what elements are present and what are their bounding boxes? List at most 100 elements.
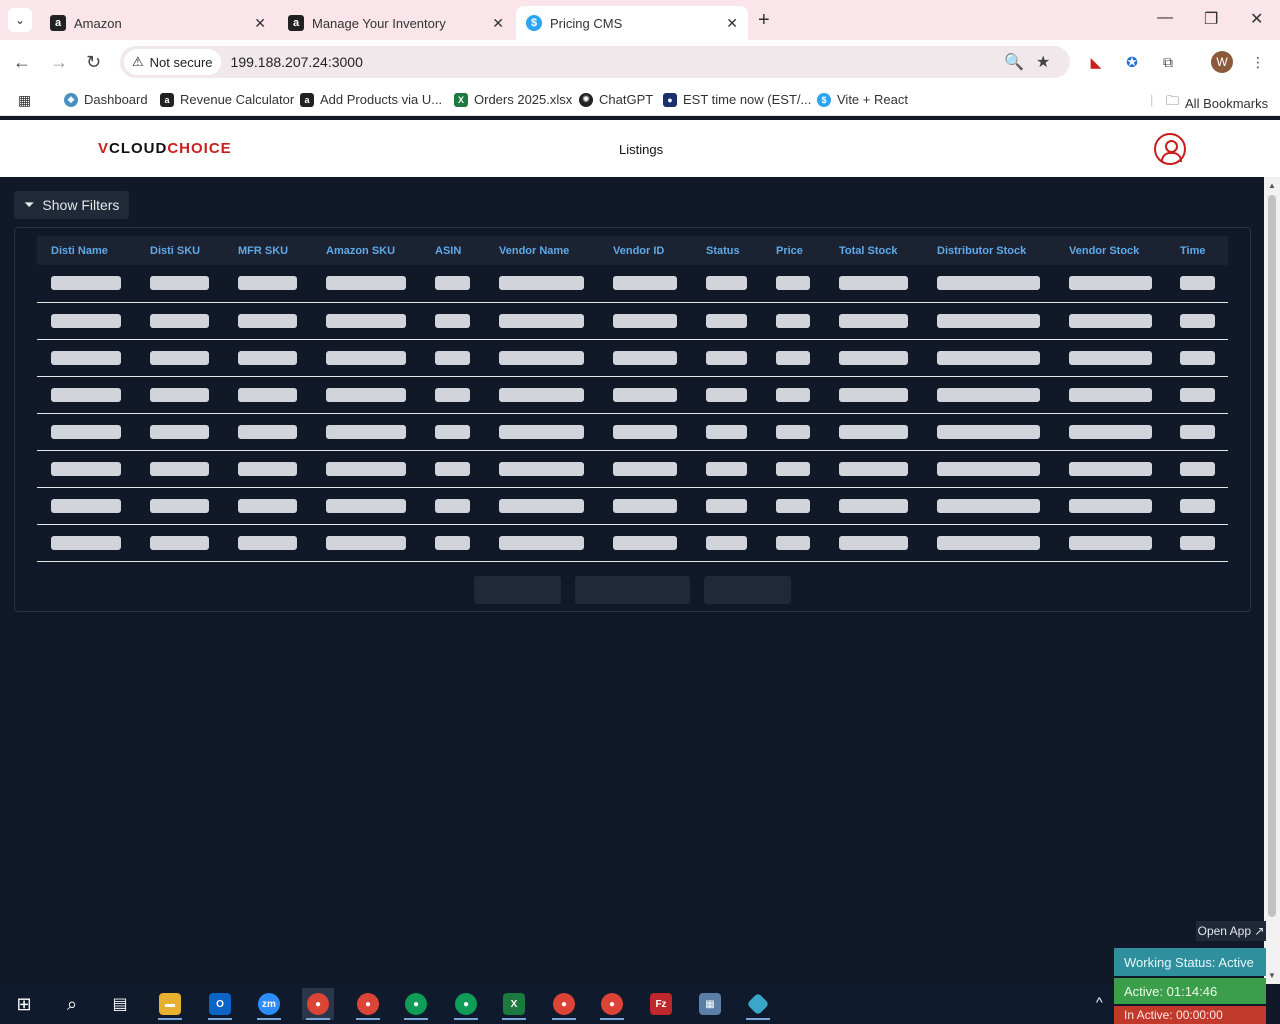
new-tab-button[interactable]: +	[758, 9, 770, 32]
tab-search-button[interactable]: ⌄	[8, 8, 32, 32]
skeleton-placeholder	[499, 424, 584, 439]
extension-icon[interactable]: ✪	[1122, 52, 1142, 72]
table-cell	[224, 265, 312, 303]
chrome-icon[interactable]: ●	[302, 988, 334, 1020]
skeleton-placeholder	[839, 498, 908, 513]
url-text[interactable]: 199.188.207.24:3000	[231, 54, 363, 70]
pagination-prev-placeholder[interactable]	[474, 576, 561, 604]
skeleton-placeholder	[326, 535, 406, 550]
bookmark-revenue-calculator[interactable]: a Revenue Calculator	[160, 92, 294, 107]
bookmark-dashboard[interactable]: ◆ Dashboard	[64, 92, 148, 107]
scroll-up-icon[interactable]: ▲	[1268, 181, 1276, 190]
column-header-status[interactable]: Status	[692, 236, 762, 265]
windows-start-icon[interactable]: ⊞	[8, 988, 40, 1020]
close-icon[interactable]: ✕	[254, 15, 266, 32]
page-scrollbar[interactable]: ▲ ▼	[1264, 177, 1280, 984]
table-cell	[762, 450, 825, 488]
tray-chevron-icon[interactable]: ^	[1096, 994, 1103, 1010]
column-header-price[interactable]: Price	[762, 236, 825, 265]
table-cell	[1166, 524, 1228, 562]
show-filters-button[interactable]: ⏷ Show Filters	[14, 191, 130, 219]
profile-avatar[interactable]: W	[1211, 51, 1233, 73]
security-chip[interactable]: ⚠ Not secure	[124, 49, 221, 75]
tab-amazon[interactable]: a Amazon ✕	[40, 6, 276, 40]
chrome-profile-icon[interactable]: ●	[450, 988, 482, 1020]
scroll-down-icon[interactable]: ▼	[1268, 971, 1276, 980]
task-view-icon[interactable]: ▤	[104, 988, 136, 1020]
bookmark-chatgpt[interactable]: ✺ ChatGPT	[579, 92, 653, 107]
column-header-disti-name[interactable]: Disti Name	[37, 236, 136, 265]
table-cell	[37, 339, 136, 377]
app-diamond-icon[interactable]	[742, 988, 774, 1020]
reload-icon[interactable]: ↻	[86, 52, 101, 73]
zoom-app-icon[interactable]: zm	[253, 988, 285, 1020]
table-cell	[312, 302, 421, 340]
close-icon[interactable]: ✕	[726, 15, 738, 32]
column-header-amazon-sku[interactable]: Amazon SKU	[312, 236, 421, 265]
calculator-icon[interactable]: ▦	[694, 988, 726, 1020]
scroll-thumb[interactable]	[1268, 195, 1276, 917]
zoom-icon[interactable]: 🔍	[1004, 52, 1024, 72]
skeleton-placeholder	[1180, 313, 1215, 328]
skeleton-placeholder	[706, 276, 747, 291]
restore-button[interactable]: ❐	[1204, 9, 1218, 29]
table-cell	[421, 339, 485, 377]
column-header-asin[interactable]: ASIN	[421, 236, 485, 265]
table-cell	[312, 524, 421, 562]
tab-manage-inventory[interactable]: a Manage Your Inventory ✕	[278, 6, 514, 40]
vcloudchoice-logo[interactable]: VCLOUDCHOICE	[98, 140, 232, 157]
file-explorer-icon[interactable]: ▬	[154, 988, 186, 1020]
table-cell	[1166, 376, 1228, 414]
column-header-time[interactable]: Time	[1166, 236, 1228, 265]
forward-icon[interactable]: →	[50, 52, 68, 73]
open-app-button[interactable]: Open App ↗	[1196, 921, 1266, 941]
chrome-profile-icon[interactable]: ●	[596, 988, 628, 1020]
table-cell	[692, 302, 762, 340]
table-cell	[1166, 302, 1228, 340]
amazon-icon: a	[300, 92, 314, 107]
close-icon[interactable]: ✕	[492, 15, 504, 32]
skeleton-placeholder	[51, 350, 121, 365]
pdf-extension-icon[interactable]: ◣	[1086, 52, 1106, 72]
column-header-vendor-name[interactable]: Vendor Name	[485, 236, 599, 265]
excel-icon[interactable]: X	[498, 988, 530, 1020]
star-icon[interactable]: ★	[1036, 52, 1050, 72]
minimize-button[interactable]: —	[1157, 9, 1173, 27]
chrome-profile-icon[interactable]: ●	[548, 988, 580, 1020]
user-profile-icon[interactable]	[1154, 133, 1186, 165]
back-icon[interactable]: ←	[13, 52, 31, 73]
chrome-profile-icon[interactable]: ●	[352, 988, 384, 1020]
puzzle-icon[interactable]: ⧉	[1158, 52, 1178, 72]
pagination-next-placeholder[interactable]	[704, 576, 791, 604]
column-header-distributor-stock[interactable]: Distributor Stock	[923, 236, 1055, 265]
chrome-profile-icon[interactable]: ●	[400, 988, 432, 1020]
column-header-disti-sku[interactable]: Disti SKU	[136, 236, 224, 265]
column-header-vendor-id[interactable]: Vendor ID	[599, 236, 692, 265]
table-cell	[1166, 450, 1228, 488]
menu-icon[interactable]: ⋮	[1248, 52, 1268, 72]
bookmark-est-time[interactable]: ● EST time now (EST/...	[663, 92, 811, 107]
table-cell	[136, 376, 224, 414]
globe-icon: ●	[663, 92, 677, 107]
bookmark-vite-react[interactable]: $ Vite + React	[817, 92, 908, 107]
skeleton-placeholder	[326, 461, 406, 476]
bookmark-add-products[interactable]: a Add Products via U...	[300, 92, 442, 107]
address-bar[interactable]: ⚠ Not secure 199.188.207.24:3000 🔍 ★	[120, 46, 1070, 78]
amazon-icon: a	[288, 15, 304, 31]
column-header-total-stock[interactable]: Total Stock	[825, 236, 923, 265]
outlook-icon[interactable]: O	[204, 988, 236, 1020]
column-header-vendor-stock[interactable]: Vendor Stock	[1055, 236, 1166, 265]
bookmark-orders[interactable]: X Orders 2025.xlsx	[454, 92, 572, 107]
filezilla-icon[interactable]: Fz	[645, 988, 677, 1020]
skeleton-placeholder	[839, 424, 908, 439]
table-cell	[599, 302, 692, 340]
filter-icon: ⏷	[24, 197, 35, 212]
all-bookmarks[interactable]: 🗀 All Bookmarks	[1166, 92, 1268, 114]
apps-grid-icon[interactable]: ▦	[18, 92, 31, 109]
close-window-button[interactable]: ✕	[1250, 9, 1263, 29]
column-header-mfr-sku[interactable]: MFR SKU	[224, 236, 312, 265]
tab-pricing-cms[interactable]: $ Pricing CMS ✕	[516, 6, 748, 40]
bookmarks-divider: |	[1150, 92, 1154, 107]
skeleton-placeholder	[1069, 461, 1152, 476]
search-icon[interactable]: ⌕	[56, 988, 88, 1020]
